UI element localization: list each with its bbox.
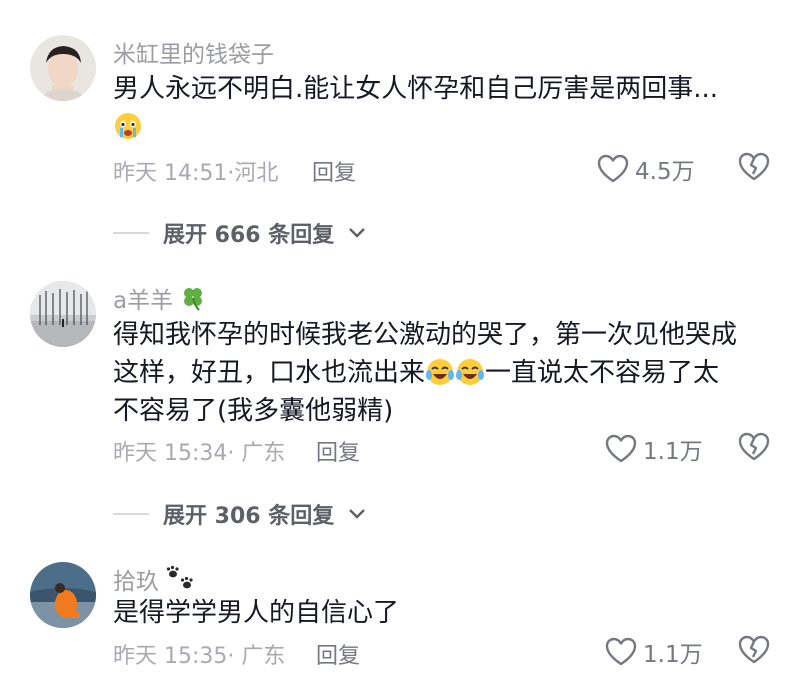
timestamp-location: 昨天 14:51·河北: [113, 161, 279, 186]
divider-line: [113, 232, 149, 234]
paw-prints-icon: [166, 565, 193, 589]
like-count: 4.5万: [635, 159, 695, 185]
dislike-button[interactable]: [738, 432, 770, 466]
expand-replies-button[interactable]: 展开 306 条回复: [113, 498, 366, 530]
like-count: 1.1万: [643, 439, 703, 465]
clover-icon: [184, 288, 203, 311]
expand-replies-button[interactable]: 展开 666 条回复: [113, 217, 366, 249]
reply-button[interactable]: 回复: [316, 435, 360, 467]
crying-face-icon: [115, 113, 141, 139]
avatar[interactable]: [30, 562, 96, 628]
tears-of-joy-icon: [426, 359, 455, 385]
expand-replies-label: 展开 666 条回复: [163, 223, 335, 248]
reply-button[interactable]: 回复: [312, 155, 356, 187]
comment-text-line: 这样，好丑，口水也流出来: [113, 358, 426, 388]
username-text: a羊羊: [113, 288, 174, 314]
broken-heart-icon: [738, 635, 770, 664]
heart-icon: [605, 637, 637, 666]
chevron-down-icon: [349, 509, 366, 519]
comment-text-line: 得知我怀孕的时候我老公激动的哭了，第一次见他哭成: [113, 320, 738, 350]
like-button[interactable]: 4.5万: [597, 152, 695, 186]
username-text: 米缸里的钱袋子: [113, 42, 274, 68]
comment-list: 米缸里的钱袋子 男人永远不明白.能让女人怀孕和自己厉害是两回事... 昨天 14…: [0, 0, 800, 684]
username[interactable]: 米缸里的钱袋子: [113, 35, 274, 69]
comment-text: 是得学学男人的自信心了: [113, 594, 773, 632]
comment-text-content: 男人永远不明白.能让女人怀孕和自己厉害是两回事...: [113, 74, 719, 104]
username[interactable]: 拾玖: [113, 562, 197, 596]
timestamp-location: 昨天 15:34· 广东: [113, 441, 286, 466]
broken-heart-icon: [738, 152, 770, 181]
comment-text-line: 一直说太不容易了太: [485, 358, 720, 388]
chevron-down-icon: [349, 228, 366, 238]
expand-replies-label: 展开 306 条回复: [163, 504, 335, 529]
avatar[interactable]: [30, 35, 96, 101]
reply-button[interactable]: 回复: [316, 638, 360, 670]
comment-text: 得知我怀孕的时候我老公激动的哭了，第一次见他哭成 这样，好丑，口水也流出来 一直…: [113, 316, 773, 430]
heart-icon: [605, 434, 637, 463]
comment-text-line: 不容易了(我多囊他弱精): [113, 396, 394, 426]
broken-heart-icon: [738, 432, 770, 461]
comment-text-content: 是得学学男人的自信心了: [113, 598, 400, 628]
divider-line: [113, 513, 149, 515]
tears-of-joy-icon: [456, 359, 485, 385]
heart-icon: [597, 154, 629, 183]
username[interactable]: a羊羊: [113, 281, 207, 315]
avatar[interactable]: [30, 281, 96, 347]
timestamp-location: 昨天 15:35· 广东: [113, 644, 286, 669]
comment-text: 男人永远不明白.能让女人怀孕和自己厉害是两回事...: [113, 70, 773, 146]
like-count: 1.1万: [643, 642, 703, 668]
like-button[interactable]: 1.1万: [605, 635, 703, 669]
like-button[interactable]: 1.1万: [605, 432, 703, 466]
dislike-button[interactable]: [738, 635, 770, 669]
dislike-button[interactable]: [738, 152, 770, 186]
username-text: 拾玖: [113, 569, 159, 595]
